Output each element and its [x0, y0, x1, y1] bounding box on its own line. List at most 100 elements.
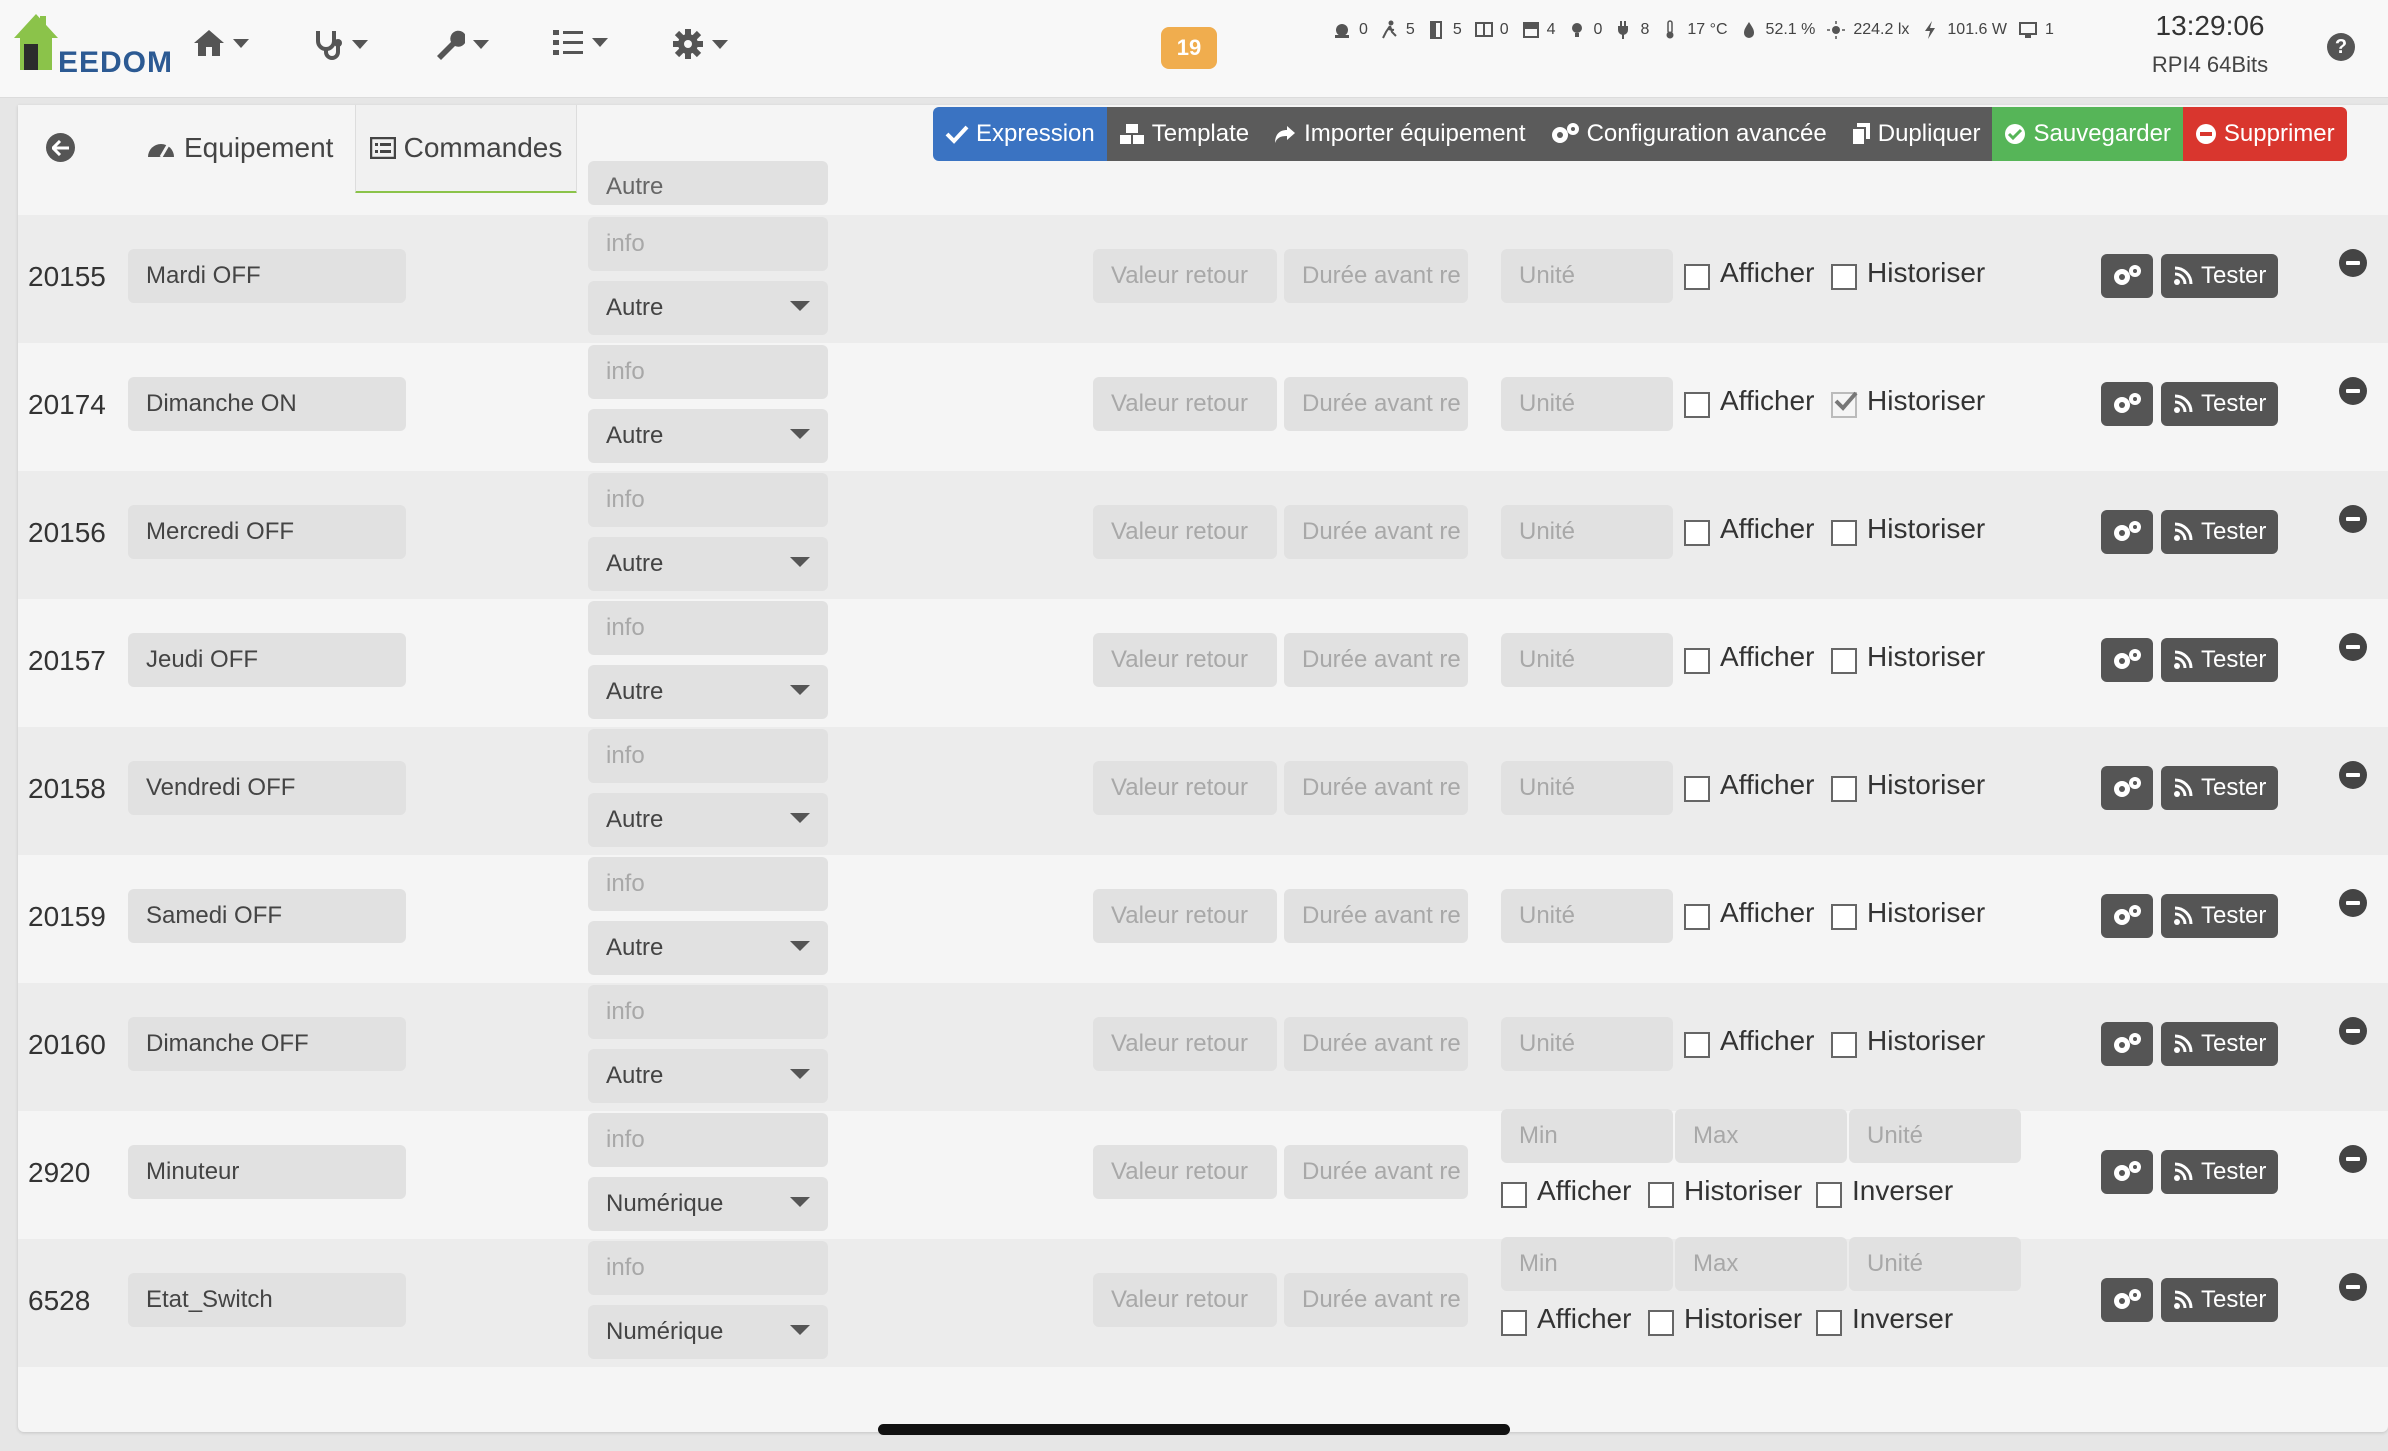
subtype-input[interactable]: info: [588, 729, 828, 783]
unit-input[interactable]: Unité: [1501, 889, 1673, 943]
summary-item[interactable]: 1: [2019, 20, 2054, 40]
type-select[interactable]: Autre: [588, 1049, 828, 1103]
subtype-input[interactable]: info: [588, 1241, 828, 1295]
command-config-button[interactable]: [2101, 638, 2153, 682]
historize-toggle[interactable]: Historiser: [1831, 769, 1985, 802]
summary-item[interactable]: 0: [1568, 20, 1602, 40]
historize-toggle[interactable]: Historiser: [1648, 1175, 1802, 1208]
summary-item[interactable]: 101.6 W: [1921, 20, 2007, 40]
delay-input[interactable]: Durée avant re: [1284, 1145, 1468, 1199]
remove-command-icon[interactable]: [2339, 1145, 2367, 1173]
show-checkbox[interactable]: [1501, 1182, 1527, 1208]
subtype-input[interactable]: info: [588, 1113, 828, 1167]
home-menu[interactable]: [193, 28, 249, 58]
expression-button[interactable]: Expression: [933, 107, 1107, 161]
unit-input[interactable]: Unité: [1501, 633, 1673, 687]
return-value-input[interactable]: Valeur retour: [1093, 1145, 1277, 1199]
subtype-input[interactable]: info: [588, 601, 828, 655]
invert-checkbox[interactable]: [1816, 1310, 1842, 1336]
unit-input[interactable]: Unité: [1501, 505, 1673, 559]
test-button[interactable]: Tester: [2161, 382, 2279, 426]
command-config-button[interactable]: [2101, 1150, 2153, 1194]
historize-checkbox[interactable]: [1831, 904, 1857, 930]
show-checkbox[interactable]: [1684, 904, 1710, 930]
historize-checkbox[interactable]: [1831, 264, 1857, 290]
show-toggle[interactable]: Afficher: [1684, 641, 1814, 674]
save-button[interactable]: Sauvegarder: [1992, 107, 2183, 161]
historize-checkbox[interactable]: [1648, 1182, 1674, 1208]
historize-toggle[interactable]: Historiser: [1831, 1025, 1985, 1058]
delay-input[interactable]: Durée avant re: [1284, 761, 1468, 815]
delay-input[interactable]: Durée avant re: [1284, 249, 1468, 303]
messages-badge[interactable]: 19: [1161, 27, 1217, 69]
analysis-menu[interactable]: [312, 28, 368, 60]
return-value-input[interactable]: Valeur retour: [1093, 377, 1277, 431]
historize-checkbox[interactable]: [1831, 520, 1857, 546]
command-name-input[interactable]: Samedi OFF: [128, 889, 406, 943]
back-button[interactable]: [46, 133, 75, 162]
historize-toggle[interactable]: Historiser: [1831, 513, 1985, 546]
test-button[interactable]: Tester: [2161, 510, 2279, 554]
test-button[interactable]: Tester: [2161, 1278, 2279, 1322]
test-button[interactable]: Tester: [2161, 254, 2279, 298]
remove-command-icon[interactable]: [2339, 1017, 2367, 1045]
return-value-input[interactable]: Valeur retour: [1093, 1017, 1277, 1071]
historize-toggle[interactable]: Historiser: [1831, 641, 1985, 674]
remove-command-icon[interactable]: [2339, 1273, 2367, 1301]
home-indicator[interactable]: [878, 1424, 1510, 1435]
show-toggle[interactable]: Afficher: [1501, 1175, 1631, 1208]
test-button[interactable]: Tester: [2161, 1022, 2279, 1066]
plugins-menu[interactable]: [552, 28, 608, 56]
historize-toggle[interactable]: Historiser: [1831, 897, 1985, 930]
show-toggle[interactable]: Afficher: [1501, 1303, 1631, 1336]
delay-input[interactable]: Durée avant re: [1284, 633, 1468, 687]
historize-checkbox[interactable]: [1831, 391, 1858, 418]
type-select[interactable]: Autre: [588, 921, 828, 975]
show-checkbox[interactable]: [1684, 520, 1710, 546]
test-button[interactable]: Tester: [2161, 766, 2279, 810]
subtype-input[interactable]: info: [588, 857, 828, 911]
type-select[interactable]: Autre: [588, 409, 828, 463]
advanced-config-button[interactable]: Configuration avancée: [1537, 107, 1839, 161]
unit-input[interactable]: Unité: [1501, 249, 1673, 303]
help-icon[interactable]: ?: [2327, 33, 2355, 61]
summary-item[interactable]: 224.2 lx: [1827, 20, 1909, 40]
unit-input[interactable]: Unité: [1501, 1017, 1673, 1071]
type-select[interactable]: Numérique: [588, 1177, 828, 1231]
command-config-button[interactable]: [2101, 510, 2153, 554]
command-name-input[interactable]: Mercredi OFF: [128, 505, 406, 559]
delay-input[interactable]: Durée avant re: [1284, 505, 1468, 559]
unit-input[interactable]: Unité: [1501, 761, 1673, 815]
command-name-input[interactable]: Vendredi OFF: [128, 761, 406, 815]
command-config-button[interactable]: [2101, 1022, 2153, 1066]
historize-checkbox[interactable]: [1831, 776, 1857, 802]
show-toggle[interactable]: Afficher: [1684, 257, 1814, 290]
show-checkbox[interactable]: [1684, 264, 1710, 290]
min-input[interactable]: Min: [1501, 1109, 1673, 1163]
summary-item[interactable]: 52.1 %: [1740, 20, 1815, 40]
summary-item[interactable]: 0: [1474, 20, 1509, 40]
remove-command-icon[interactable]: [2339, 761, 2367, 789]
test-button[interactable]: Tester: [2161, 638, 2279, 682]
delay-input[interactable]: Durée avant re: [1284, 1273, 1468, 1327]
show-toggle[interactable]: Afficher: [1684, 769, 1814, 802]
show-toggle[interactable]: Afficher: [1684, 1025, 1814, 1058]
return-value-input[interactable]: Valeur retour: [1093, 505, 1277, 559]
type-select[interactable]: Autre: [588, 161, 828, 205]
return-value-input[interactable]: Valeur retour: [1093, 889, 1277, 943]
show-toggle[interactable]: Afficher: [1684, 513, 1814, 546]
remove-command-icon[interactable]: [2339, 505, 2367, 533]
remove-command-icon[interactable]: [2339, 633, 2367, 661]
invert-toggle[interactable]: Inverser: [1816, 1303, 1953, 1336]
unit-input[interactable]: Unité: [1849, 1109, 2021, 1163]
command-config-button[interactable]: [2101, 894, 2153, 938]
command-name-input[interactable]: Dimanche ON: [128, 377, 406, 431]
historize-toggle[interactable]: Historiser: [1831, 385, 1985, 418]
summary-item[interactable]: 5: [1427, 20, 1462, 40]
command-config-button[interactable]: [2101, 382, 2153, 426]
subtype-input[interactable]: info: [588, 345, 828, 399]
command-name-input[interactable]: Jeudi OFF: [128, 633, 406, 687]
max-input[interactable]: Max: [1675, 1109, 1847, 1163]
summary-item[interactable]: 0: [1333, 20, 1368, 40]
command-name-input[interactable]: Minuteur: [128, 1145, 406, 1199]
